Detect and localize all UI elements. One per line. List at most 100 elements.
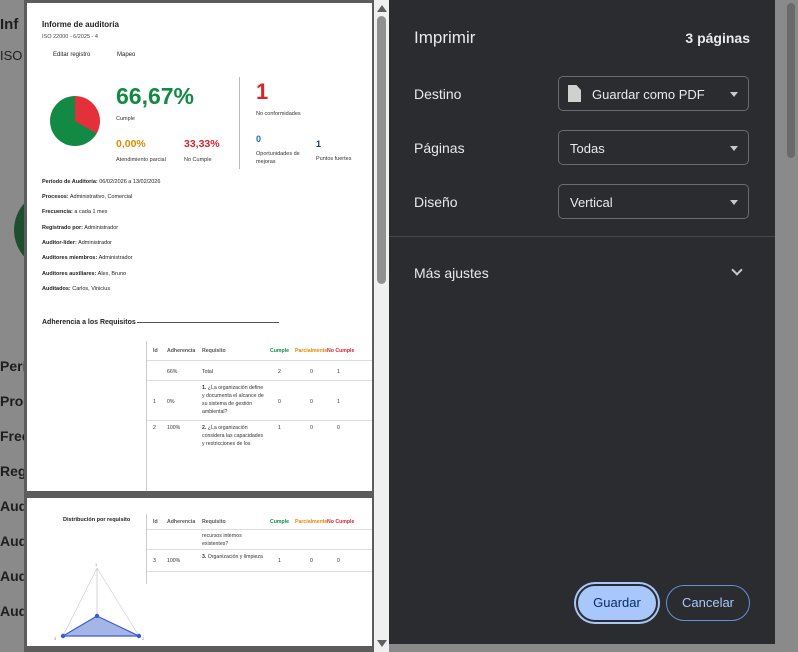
bg-subtitle-fragment: ISO [0, 48, 23, 63]
table-row: 3 100% 3. Organización y limpieza 1 0 0 [147, 550, 372, 572]
partial-percent: 0,00% [116, 138, 146, 150]
table-header-row: Id Adherencia Requisito Cumple Parcialme… [147, 514, 372, 530]
preview-page-1: Informe de auditoría ISO 22000 - 6/2025 … [27, 3, 372, 491]
info-value: Administrador [98, 255, 133, 261]
info-frequency: Frecuencia: a cada 1 mes [42, 209, 107, 215]
th-parcial: Parcialmente [295, 519, 328, 525]
info-processes: Procesos: Administrativo, Comercial [42, 194, 132, 200]
partial-label: Atendimiento parcial [116, 157, 166, 163]
cancel-button[interactable]: Cancelar [666, 585, 750, 621]
th-cumple: Cumple [270, 519, 290, 525]
th-no-cumple: No Cumple [327, 348, 355, 354]
compliance-label: Cumple [116, 116, 135, 122]
cell-cumple: 2 [278, 369, 281, 375]
info-lead-auditor: Auditor-líder: Administrador [42, 240, 112, 246]
chevron-down-icon [730, 200, 738, 205]
info-label: Registrado por: [42, 225, 83, 231]
cell-id: 2 [153, 425, 156, 431]
req-text: ¿La organización define y documenta el a… [202, 385, 264, 415]
info-label: Auditores miembros: [42, 255, 98, 261]
info-label: Auditores auxiliares: [42, 271, 97, 277]
noncompliance-percent: 33,33% [184, 138, 220, 150]
info-value: Administrativo, Comercial [69, 194, 133, 200]
bg-label-fragment: Reg [0, 463, 27, 479]
chevron-down-icon [730, 146, 738, 151]
cell-adherence: 100% [167, 558, 181, 564]
layout-value: Vertical [570, 195, 613, 210]
mapping-button: Mapeo [117, 52, 136, 58]
table-row: 66% Total 2 0 1 [147, 361, 372, 381]
req-text: Organización y limpieza [207, 554, 263, 560]
adherence-title-rule [137, 322, 279, 323]
cell-requirement: recursos internos existentes? [202, 533, 242, 547]
save-button[interactable]: Guardar [576, 584, 658, 622]
cell-no-cumple: 0 [337, 558, 340, 564]
dialog-title: Imprimir [414, 28, 476, 47]
cell-requirement: 3. Organización y limpieza [202, 553, 264, 561]
info-member-auditors: Auditores miembros: Administrador [42, 255, 133, 261]
opportunities-label: Oportunidades de mejoras [256, 151, 300, 165]
cell-requirement: 1. ¿La organización define y documenta e… [202, 384, 267, 416]
bg-title-fragment: Inf [0, 16, 19, 33]
cell-no-cumple: 1 [337, 369, 340, 375]
divider [239, 77, 240, 169]
chevron-down-icon[interactable] [731, 264, 743, 276]
cell-adherence: 100% [167, 425, 181, 431]
info-label: Frecuencia: [42, 209, 73, 215]
scroll-up-icon[interactable] [377, 5, 387, 12]
bg-scrollbar [787, 3, 795, 158]
scroll-down-icon[interactable] [377, 640, 387, 647]
cell-cumple: 1 [278, 558, 281, 564]
cell-no-cumple: 0 [337, 425, 340, 431]
more-settings-toggle[interactable]: Más ajustes [414, 265, 489, 281]
cell-id: 3 [153, 558, 156, 564]
adherence-title: Adherencia a los Requisitos [42, 319, 136, 326]
req-number: 3. [202, 554, 207, 560]
destination-value: Guardar como PDF [592, 87, 705, 102]
report-title: Informe de auditoría [42, 20, 119, 29]
layout-select[interactable]: Vertical [558, 184, 749, 219]
radar-chart: 1 3 2 [54, 562, 145, 641]
th-adherence: Adherencia [167, 519, 196, 525]
th-id: Id [153, 519, 158, 525]
th-parcial: Parcialmente [295, 348, 328, 354]
info-value: Alex, Bruno [97, 271, 127, 277]
scrollbar-thumb[interactable] [377, 16, 386, 284]
pages-select[interactable]: Todas [558, 130, 749, 165]
report-subtitle: ISO 22000 - 6/2025 - 4 [42, 34, 98, 40]
req-number: 1. [202, 385, 207, 391]
info-period: Período de Auditoría: 06/02/2026 a 13/02… [42, 179, 160, 185]
nonconformities-label: No conformidades [256, 111, 301, 117]
radar-tick-label: 2 [142, 636, 145, 641]
preview-scrollbar[interactable] [374, 0, 389, 652]
table-row-continued: recursos internos existentes? [147, 530, 372, 550]
th-adherence: Adherencia [167, 348, 196, 354]
edit-record-button: Editar registro [53, 52, 91, 58]
noncompliance-label: No Cumple [184, 157, 212, 163]
info-audited: Auditados: Carlos, Vinicius [42, 286, 110, 292]
print-preview: Informe de auditoría ISO 22000 - 6/2025 … [24, 0, 389, 652]
info-value: a cada 1 mes [74, 209, 108, 215]
info-label: Período de Auditoría: [42, 179, 98, 185]
cell-parcial: 0 [310, 425, 313, 431]
radar-tick-label: 3 [54, 636, 57, 641]
table-row: 2 100% 2. ¿La organización considera las… [147, 421, 372, 491]
info-value: Administrador [84, 225, 119, 231]
cell-requirement: Total [202, 369, 213, 375]
info-label: Auditor-líder: [42, 240, 77, 246]
settings-divider [389, 236, 775, 237]
strengths-count: 1 [316, 139, 322, 149]
opportunities-count: 0 [256, 134, 262, 144]
th-id: Id [153, 348, 158, 354]
cell-no-cumple: 1 [337, 399, 340, 405]
table-header-row: Id Adherencia Requisito Cumple Parcialme… [147, 341, 372, 361]
layout-label: Diseño [414, 194, 458, 210]
info-value: Carlos, Vinicius [72, 286, 111, 292]
th-no-cumple: No Cumple [327, 519, 355, 525]
radar-title: Distribución por requisito [63, 517, 131, 523]
destination-select[interactable]: Guardar como PDF [558, 76, 749, 111]
radar-tick-label: 1 [95, 562, 98, 567]
info-registered-by: Registrado por: Administrador [42, 225, 118, 231]
cell-id: 1 [153, 399, 156, 405]
cell-adherence: 66% [167, 369, 178, 375]
